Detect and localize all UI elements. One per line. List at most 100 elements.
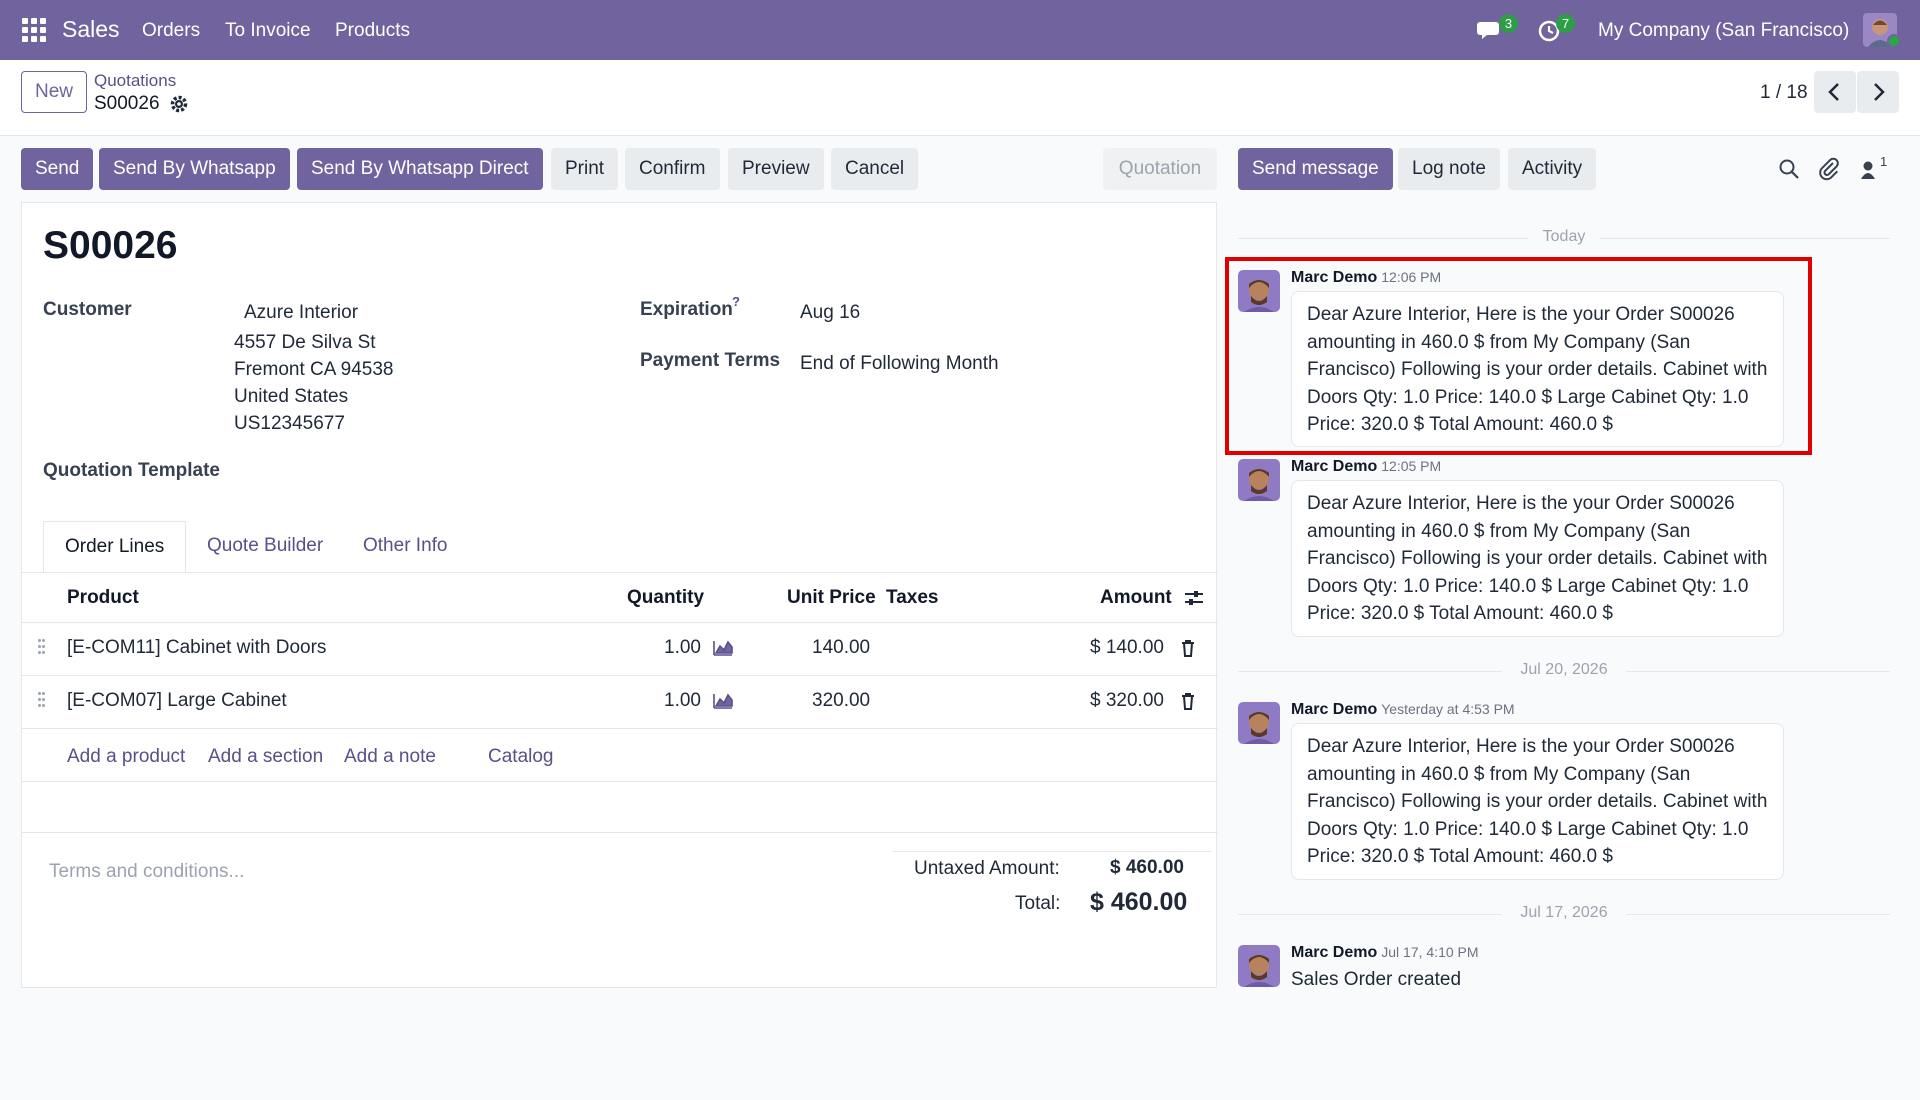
payment-terms-label: Payment Terms — [640, 350, 781, 371]
help-tooltip-icon[interactable]: ? — [732, 294, 740, 309]
drag-handle-icon[interactable] — [38, 692, 48, 712]
status-quotation[interactable]: Quotation — [1103, 148, 1217, 190]
activity-badge: 7 — [1556, 14, 1575, 33]
message-author[interactable]: Marc Demo Jul 17, 4:10 PM — [1291, 944, 1479, 962]
paperclip-icon[interactable] — [1818, 157, 1840, 181]
unit-price-cell[interactable]: 140.00 — [812, 637, 870, 659]
total-value: $ 460.00 — [1090, 888, 1188, 916]
address-line: US12345677 — [234, 413, 345, 434]
untaxed-amount-value: $ 460.00 — [1110, 857, 1184, 878]
forecast-chart-icon[interactable] — [712, 692, 734, 710]
nav-to-invoice[interactable]: To Invoice — [225, 20, 311, 42]
confirm-button[interactable]: Confirm — [625, 148, 720, 190]
followers-count: 1 — [1880, 154, 1888, 169]
quantity-cell[interactable]: 1.00 — [664, 637, 701, 659]
unit-price-cell[interactable]: 320.00 — [812, 690, 870, 712]
message-body: Dear Azure Interior, Here is the your Or… — [1291, 480, 1784, 637]
message-time: 12:05 PM — [1381, 458, 1442, 474]
customer-field[interactable]: Azure Interior — [239, 299, 358, 327]
activity-button[interactable]: Activity — [1508, 148, 1597, 190]
log-note-button[interactable]: Log note — [1398, 148, 1500, 190]
product-cell[interactable]: [E-COM11] Cabinet with Doors — [67, 637, 326, 659]
payment-terms-field[interactable]: End of Following Month — [800, 350, 999, 378]
message-author[interactable]: Marc Demo 12:05 PM — [1291, 458, 1441, 476]
pager-previous-button[interactable] — [1814, 71, 1856, 113]
add-note-link[interactable]: Add a note — [344, 746, 436, 768]
highlight-box — [1225, 257, 1812, 455]
trash-icon[interactable] — [1179, 691, 1197, 711]
preview-button[interactable]: Preview — [728, 148, 824, 190]
new-button[interactable]: New — [21, 71, 87, 113]
forecast-chart-icon[interactable] — [712, 639, 734, 657]
message-body: Sales Order created — [1291, 969, 1462, 990]
nav-products[interactable]: Products — [335, 20, 410, 42]
row-divider — [22, 781, 1218, 782]
terms-and-conditions-input[interactable]: Terms and conditions... — [49, 861, 244, 883]
pager-next-button[interactable] — [1857, 71, 1899, 113]
amount-cell: $ 320.00 — [1090, 690, 1164, 711]
column-header-quantity[interactable]: Quantity — [627, 587, 704, 609]
section-divider — [22, 832, 1218, 833]
breadcrumb-current: S00026 — [94, 93, 160, 114]
messages-badge: 3 — [1499, 14, 1518, 33]
author-avatar[interactable] — [1238, 702, 1280, 744]
send-by-whatsapp-button[interactable]: Send By Whatsapp — [99, 148, 290, 190]
column-header-unit-price[interactable]: Unit Price — [787, 587, 876, 609]
online-status-dot — [1887, 34, 1901, 48]
message-body: Dear Azure Interior, Here is the your Or… — [1291, 723, 1784, 880]
tab-order-lines[interactable]: Order Lines — [43, 521, 187, 573]
control-panel: New Quotations S00026 1 / 18 — [0, 60, 1920, 136]
app-grid-icon[interactable] — [22, 18, 46, 42]
order-title: S00026 — [43, 224, 178, 267]
untaxed-amount-label: Untaxed Amount: — [914, 858, 1060, 879]
company-switcher[interactable]: My Company (San Francisco) — [1598, 20, 1849, 42]
chevron-left-icon — [1828, 83, 1839, 101]
followers-icon[interactable] — [1860, 157, 1880, 181]
date-separator: Jul 17, 2026 — [1238, 904, 1890, 924]
tab-quote-builder[interactable]: Quote Builder — [186, 521, 344, 573]
row-divider — [22, 728, 1218, 729]
amount-cell: $ 140.00 — [1090, 637, 1164, 658]
form-sheet: S00026 Customer Azure Interior 4557 De S… — [21, 202, 1218, 988]
top-navbar: Sales Orders To Invoice Products 3 7 My … — [0, 0, 1920, 60]
cancel-button[interactable]: Cancel — [831, 148, 919, 190]
nav-orders[interactable]: Orders — [142, 20, 200, 42]
send-button[interactable]: Send — [21, 148, 94, 190]
optional-columns-icon[interactable] — [1183, 587, 1205, 609]
pager-value[interactable]: 1 / 18 — [1760, 82, 1808, 104]
column-header-product[interactable]: Product — [67, 587, 139, 609]
app-name[interactable]: Sales — [62, 16, 120, 43]
expiration-field[interactable]: Aug 16 — [800, 299, 860, 327]
product-cell[interactable]: [E-COM07] Large Cabinet — [67, 690, 287, 712]
message-time: Jul 17, 4:10 PM — [1381, 944, 1479, 960]
breadcrumb-quotations[interactable]: Quotations — [94, 71, 176, 91]
catalog-link[interactable]: Catalog — [488, 746, 554, 768]
column-header-amount[interactable]: Amount — [1100, 587, 1172, 609]
message-author[interactable]: Marc Demo Yesterday at 4:53 PM — [1291, 701, 1515, 719]
column-header-taxes[interactable]: Taxes — [886, 587, 938, 609]
gear-icon[interactable] — [170, 95, 188, 113]
print-button[interactable]: Print — [551, 148, 619, 190]
tab-divider — [22, 572, 1218, 573]
table-row[interactable]: [E-COM11] Cabinet with Doors 1.00 140.00… — [22, 622, 1218, 674]
author-avatar[interactable] — [1238, 459, 1280, 501]
send-by-whatsapp-direct-button[interactable]: Send By Whatsapp Direct — [297, 148, 543, 190]
drag-handle-icon[interactable] — [38, 639, 48, 659]
search-icon[interactable] — [1778, 158, 1800, 180]
trash-icon[interactable] — [1179, 638, 1197, 658]
author-avatar[interactable] — [1238, 945, 1280, 987]
table-row[interactable]: [E-COM07] Large Cabinet 1.00 320.00 $ 32… — [22, 675, 1218, 727]
quotation-template-label: Quotation Template — [43, 460, 220, 481]
add-product-link[interactable]: Add a product — [67, 746, 185, 768]
total-label: Total: — [1015, 893, 1061, 914]
message-time: Yesterday at 4:53 PM — [1381, 701, 1515, 717]
tab-other-info[interactable]: Other Info — [342, 521, 469, 573]
date-separator: Today — [1238, 228, 1890, 248]
send-message-button[interactable]: Send message — [1238, 148, 1393, 190]
quantity-cell[interactable]: 1.00 — [664, 690, 701, 712]
add-section-link[interactable]: Add a section — [208, 746, 323, 768]
chevron-right-icon — [1874, 83, 1885, 101]
customer-label: Customer — [43, 299, 132, 320]
address-line: 4557 De Silva St — [234, 332, 376, 353]
address-line: Fremont CA 94538 — [234, 359, 394, 380]
